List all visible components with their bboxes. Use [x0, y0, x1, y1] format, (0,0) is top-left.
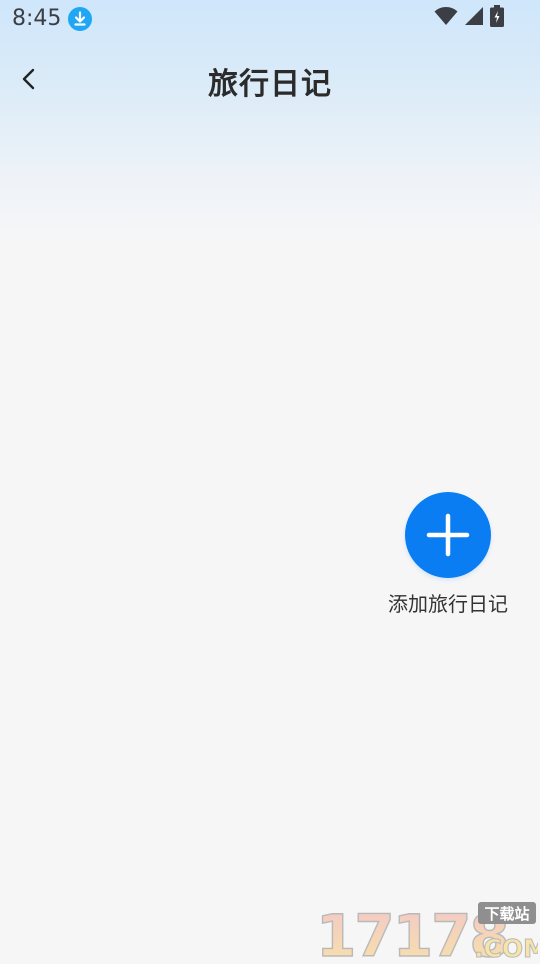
plus-icon — [426, 513, 470, 557]
add-diary-button[interactable] — [405, 492, 491, 578]
status-time: 8:45 — [12, 6, 62, 31]
cellular-signal-icon — [464, 6, 484, 30]
battery-charging-icon — [490, 5, 504, 31]
site-watermark: 17178 下载站 .COM — [314, 898, 540, 964]
status-bar: 8:45 — [0, 0, 540, 38]
download-notification-icon — [68, 7, 92, 31]
wifi-icon — [434, 6, 458, 30]
watermark-suffix: .COM — [474, 934, 538, 960]
add-diary-label: 添加旅行日记 — [388, 592, 508, 616]
page-title: 旅行日记 — [208, 67, 332, 102]
add-diary-action[interactable]: 添加旅行日记 — [378, 492, 518, 622]
watermark-badge: 下载站 — [484, 905, 529, 923]
app-header: 旅行日记 — [0, 44, 540, 114]
status-indicators — [434, 5, 504, 31]
